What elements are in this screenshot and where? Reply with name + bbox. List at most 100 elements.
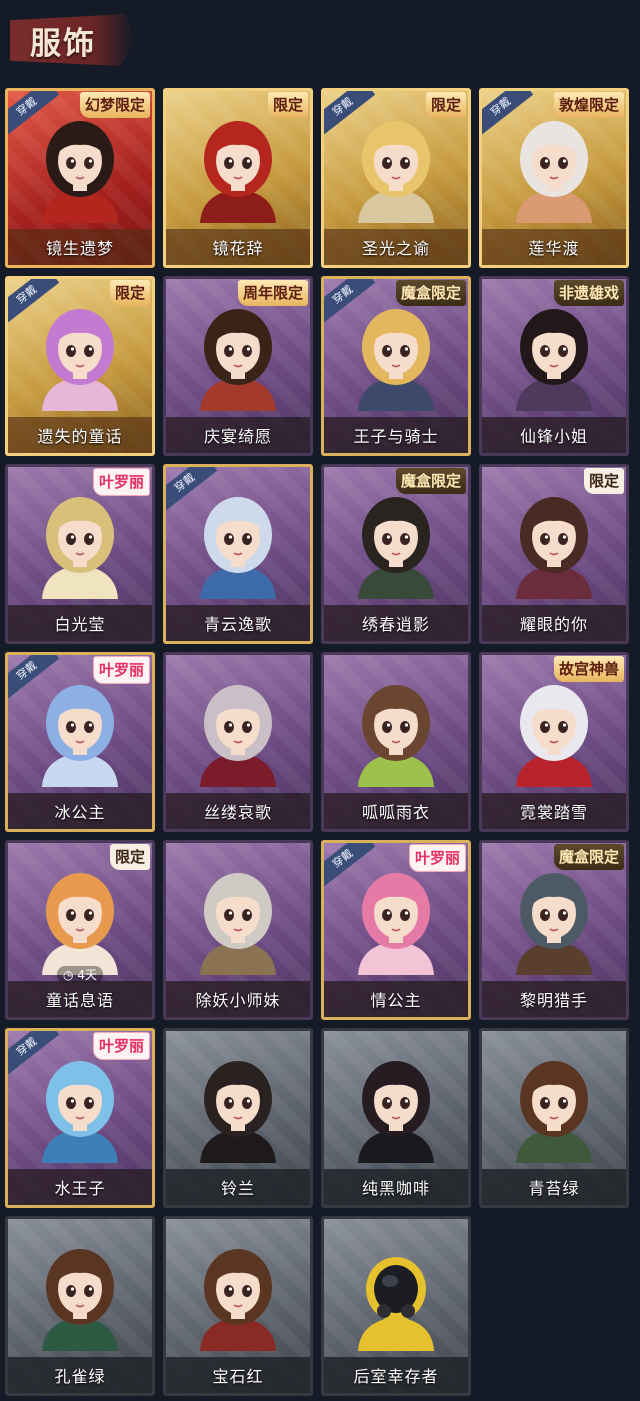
costume-name: 黎明猎手 bbox=[519, 991, 588, 1010]
costume-card[interactable]: 非遗雄戏 仙锋小姐 bbox=[479, 276, 629, 456]
name-bar: 后室幸存者 bbox=[324, 1357, 468, 1393]
costume-card[interactable]: 限定 ◷ 4天 童话息语 bbox=[5, 840, 155, 1020]
character-portrait bbox=[358, 873, 434, 975]
name-bar: 情公主 bbox=[324, 981, 468, 1017]
costume-name: 霓裳踏雪 bbox=[519, 803, 588, 822]
name-bar: 青苔绿 bbox=[482, 1169, 626, 1205]
costume-card[interactable]: 周年限定 庆宴绮愿 bbox=[163, 276, 313, 456]
costume-name: 呱呱雨衣 bbox=[361, 803, 430, 822]
character-portrait bbox=[516, 685, 592, 787]
character-portrait bbox=[358, 685, 434, 787]
costume-card[interactable]: 叶罗丽白光莹 bbox=[5, 464, 155, 644]
limited-badge: 敦煌限定 bbox=[553, 92, 624, 118]
costume-card[interactable]: 呱呱雨衣 bbox=[321, 652, 471, 832]
costume-card[interactable]: 穿戴 青云逸歌 bbox=[163, 464, 313, 644]
character-portrait bbox=[516, 309, 592, 411]
costume-card[interactable]: 穿戴 魔盒限定 王子与骑士 bbox=[321, 276, 471, 456]
name-bar: 镜生遗梦 bbox=[8, 229, 152, 265]
costume-card[interactable]: 丝缕哀歌 bbox=[163, 652, 313, 832]
costume-card[interactable]: 青苔绿 bbox=[479, 1028, 629, 1208]
costume-card[interactable]: 孔雀绿 bbox=[5, 1216, 155, 1396]
name-bar: 青云逸歌 bbox=[166, 605, 310, 641]
costume-card[interactable]: 限定镜花辞 bbox=[163, 88, 313, 268]
character-portrait bbox=[200, 309, 276, 411]
limited-badge: 魔盒限定 bbox=[553, 844, 624, 870]
costume-card[interactable]: 限定耀眼的你 bbox=[479, 464, 629, 644]
costume-name: 圣光之谕 bbox=[361, 239, 430, 258]
costume-card[interactable]: 穿戴 叶罗丽 情公主 bbox=[321, 840, 471, 1020]
limited-badge: 限定 bbox=[267, 92, 308, 118]
costume-name: 纯黑咖啡 bbox=[361, 1179, 430, 1198]
costume-name: 后室幸存者 bbox=[353, 1367, 439, 1386]
timer-value: 4天 bbox=[77, 968, 97, 982]
character-portrait bbox=[358, 1061, 434, 1163]
costume-name: 绣春逍影 bbox=[361, 615, 430, 634]
name-bar: 耀眼的你 bbox=[482, 605, 626, 641]
character-portrait bbox=[200, 1249, 276, 1351]
costume-name: 莲华渡 bbox=[528, 239, 580, 258]
name-bar: 宝石红 bbox=[166, 1357, 310, 1393]
costume-name: 铃兰 bbox=[220, 1179, 255, 1198]
name-bar: 纯黑咖啡 bbox=[324, 1169, 468, 1205]
costume-card[interactable]: 穿戴 叶罗丽 水王子 bbox=[5, 1028, 155, 1208]
costume-card[interactable]: 魔盒限定绣春逍影 bbox=[321, 464, 471, 644]
costume-name: 童话息语 bbox=[45, 991, 114, 1010]
costume-name: 孔雀绿 bbox=[54, 1367, 106, 1386]
costume-card[interactable]: 穿戴 幻梦限定 镜生遗梦 bbox=[5, 88, 155, 268]
costume-name: 青苔绿 bbox=[528, 1179, 580, 1198]
character-portrait bbox=[516, 497, 592, 599]
costume-card[interactable]: 穿戴 叶罗丽 冰公主 bbox=[5, 652, 155, 832]
character-portrait bbox=[358, 309, 434, 411]
limited-badge: 限定 bbox=[583, 468, 624, 494]
costume-name: 冰公主 bbox=[54, 803, 106, 822]
costume-name: 水王子 bbox=[54, 1179, 106, 1198]
costume-card[interactable]: 穿戴 限定 遗失的童话 bbox=[5, 276, 155, 456]
character-portrait bbox=[200, 497, 276, 599]
character-portrait bbox=[516, 1061, 592, 1163]
character-portrait bbox=[42, 497, 118, 599]
header: 服饰 bbox=[0, 0, 640, 82]
limited-badge: 限定 bbox=[109, 844, 150, 870]
costume-name: 耀眼的你 bbox=[519, 615, 588, 634]
costume-card[interactable]: 铃兰 bbox=[163, 1028, 313, 1208]
name-bar: 童话息语 bbox=[8, 981, 152, 1017]
limited-badge: 叶罗丽 bbox=[92, 656, 150, 684]
costume-name: 镜生遗梦 bbox=[45, 239, 114, 258]
limited-badge: 魔盒限定 bbox=[395, 468, 466, 494]
costume-name: 镜花辞 bbox=[212, 239, 264, 258]
name-bar: 庆宴绮愿 bbox=[166, 417, 310, 453]
limited-badge: 故宫神兽 bbox=[553, 656, 624, 682]
costume-name: 情公主 bbox=[370, 991, 422, 1010]
costume-name: 丝缕哀歌 bbox=[203, 803, 272, 822]
character-portrait bbox=[200, 685, 276, 787]
name-bar: 白光莹 bbox=[8, 605, 152, 641]
costume-card[interactable]: 后室幸存者 bbox=[321, 1216, 471, 1396]
name-bar: 丝缕哀歌 bbox=[166, 793, 310, 829]
costume-card[interactable]: 穿戴 限定 圣光之谕 bbox=[321, 88, 471, 268]
name-bar: 除妖小师妹 bbox=[166, 981, 310, 1017]
limited-badge: 非遗雄戏 bbox=[553, 280, 624, 306]
limited-badge: 叶罗丽 bbox=[92, 1032, 150, 1060]
name-bar: 呱呱雨衣 bbox=[324, 793, 468, 829]
costume-card[interactable]: 穿戴 敦煌限定 莲华渡 bbox=[479, 88, 629, 268]
name-bar: 黎明猎手 bbox=[482, 981, 626, 1017]
costume-card[interactable]: 故宫神兽霓裳踏雪 bbox=[479, 652, 629, 832]
costume-card[interactable]: 除妖小师妹 bbox=[163, 840, 313, 1020]
character-portrait bbox=[42, 1249, 118, 1351]
character-portrait bbox=[42, 685, 118, 787]
character-portrait bbox=[200, 873, 276, 975]
costume-name: 王子与骑士 bbox=[353, 427, 439, 446]
costume-name: 除妖小师妹 bbox=[195, 991, 281, 1010]
character-portrait bbox=[358, 121, 434, 223]
limited-badge: 叶罗丽 bbox=[92, 468, 150, 496]
costume-card[interactable]: 纯黑咖啡 bbox=[321, 1028, 471, 1208]
costume-name: 庆宴绮愿 bbox=[203, 427, 272, 446]
character-portrait bbox=[42, 873, 118, 975]
costume-name: 白光莹 bbox=[54, 615, 106, 634]
character-portrait bbox=[200, 121, 276, 223]
costume-card[interactable]: 宝石红 bbox=[163, 1216, 313, 1396]
name-bar: 铃兰 bbox=[166, 1169, 310, 1205]
costume-name: 遗失的童话 bbox=[37, 427, 123, 446]
name-bar: 圣光之谕 bbox=[324, 229, 468, 265]
costume-card[interactable]: 魔盒限定黎明猎手 bbox=[479, 840, 629, 1020]
